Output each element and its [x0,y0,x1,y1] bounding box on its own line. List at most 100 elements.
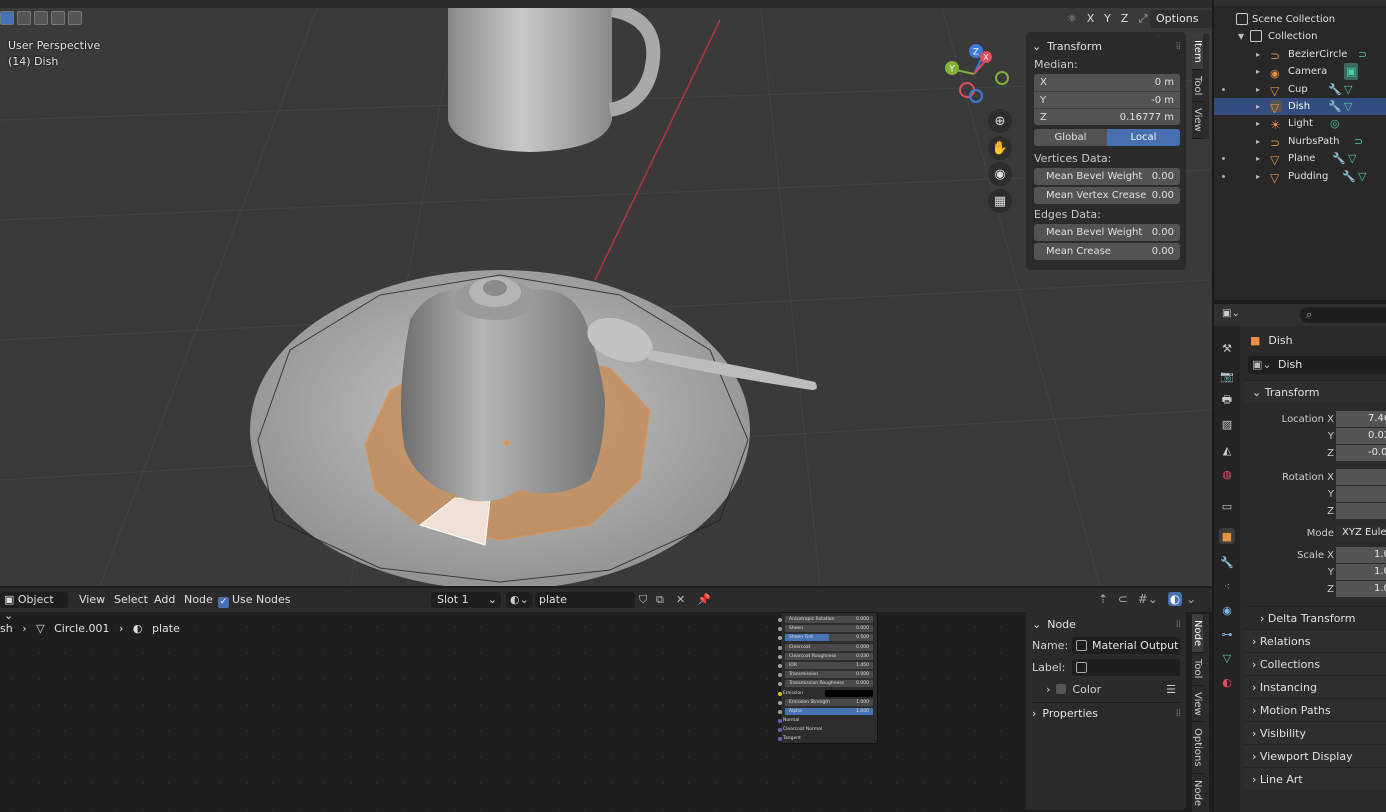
scale-y-row[interactable]: Y1.00 [1244,564,1386,581]
socket-icon[interactable] [778,719,782,724]
snap-target-icon[interactable]: #⌄ [1138,592,1158,606]
outliner-item-plane[interactable]: ▸ ▽ Plane 🔧 ▽ [1214,150,1386,167]
socket-icon[interactable] [778,737,782,742]
tool-tab-icon[interactable]: ⚒ [1219,340,1235,356]
menu-node[interactable]: Node [184,592,213,608]
delta-transform-section[interactable]: › Delta Transform [1244,606,1386,629]
vertex-crease-field[interactable]: Mean Vertex Crease 0.00 [1034,187,1180,204]
object-selector-icon[interactable]: ▣⌄ [1252,356,1272,374]
bsdf-input-row[interactable]: Transmission 0.000 [778,670,877,679]
parent-icon[interactable]: ⇡ [1098,592,1108,606]
outliner-item-dish[interactable]: ▸ ▽ Dish 🔧 ▽ [1214,97,1386,116]
outliner-collection[interactable]: ▼ Collection [1214,28,1386,45]
bsdf-input-row[interactable]: Tangent [778,734,877,743]
select-box-icon[interactable] [0,11,14,25]
axis-z-toggle[interactable]: Z [1118,10,1131,27]
socket-icon[interactable] [778,618,782,622]
socket-icon[interactable] [778,627,782,632]
socket-icon[interactable] [778,645,782,650]
axis-x-toggle[interactable]: X [1084,10,1097,27]
scale-z-row[interactable]: Z1.00 [1244,581,1386,598]
bsdf-input-row[interactable]: Normal [778,716,877,725]
viewport-display-section[interactable]: › Viewport Display [1244,744,1386,767]
select-subtract-icon[interactable] [34,11,48,25]
bsdf-input-row[interactable]: Clearcoat Normal [778,725,877,734]
slot-dropdown[interactable]: Slot 1 ⌄ [431,592,501,608]
world-tab-icon[interactable]: ◍ [1219,466,1235,482]
outliner-item-beziercircle[interactable]: ▸ ⊃ BezierCircle ⊃ [1214,46,1386,63]
select-mode-tools[interactable] [0,11,82,25]
location-z-row[interactable]: Z-0.0022 [1244,445,1386,462]
edge-bevel-weight-field[interactable]: Mean Bevel Weight 0.00 [1034,224,1180,241]
instancing-section[interactable]: › Instancing [1244,675,1386,698]
data-tab-icon[interactable]: ▽ [1219,650,1235,666]
vertex-bevel-weight-field[interactable]: Mean Bevel Weight 0.00 [1034,168,1180,185]
socket-icon[interactable] [778,636,782,641]
tab-item[interactable]: Item [1192,34,1203,70]
options-button[interactable]: Options ▾ [1150,10,1212,43]
socket-icon[interactable] [778,673,782,678]
motion-paths-section[interactable]: › Motion Paths [1244,698,1386,721]
editor-type-icon[interactable]: ▣⌄ [1222,308,1246,322]
drag-handle-icon[interactable]: ⁞⁞ [1176,41,1181,52]
socket-icon[interactable] [778,691,782,696]
outliner-scene-collection[interactable]: Scene Collection [1214,11,1386,28]
object-name-field[interactable]: ▣⌄ Dish [1248,356,1386,374]
3d-viewport[interactable]: User Perspective (14) Dish ⚛ X Y Z ⤢ Opt… [0,0,1212,586]
scene-tab-icon[interactable]: ◭ [1219,442,1235,458]
physics-tab-icon[interactable]: ◉ [1219,602,1235,618]
menu-view[interactable]: View [79,592,105,608]
bsdf-input-row[interactable]: Emission Strength 1.000 [778,698,877,707]
median-x-field[interactable]: X0 m [1034,74,1180,91]
edge-crease-field[interactable]: Mean Crease 0.00 [1034,243,1180,260]
node-label-field[interactable] [1072,658,1180,676]
visibility-section[interactable]: › Visibility [1244,721,1386,744]
outliner-item-pudding[interactable]: ▸ ▽ Pudding 🔧 ▽ [1214,168,1386,185]
material-name-field[interactable]: plate [535,592,635,608]
outliner[interactable]: Scene Collection ▼ Collection ▸ ⊃ Bezier… [1212,0,1386,300]
bsdf-input-row[interactable]: IOR 1.450 [778,661,877,670]
camera-view-icon[interactable]: ◉ [988,162,1012,186]
duplicate-material-icon[interactable]: ⧉ [656,592,664,608]
navigation-gizmo[interactable]: Z X Y [940,40,1020,110]
material-tab-icon[interactable]: ◐ [1219,674,1235,690]
tab-tool[interactable]: Tool [1192,653,1203,686]
tab-view[interactable]: View [1192,686,1203,723]
bsdf-input-row[interactable]: Anisotropic Rotation 0.000 [778,615,877,624]
modifier-tab-icon[interactable]: 🔧 [1219,554,1235,570]
properties-editor[interactable]: ▣⌄ ⌕ ⚒ 📷 🖶 ▨ ◭ ◍ ▭ ■ 🔧 ⁖ ◉ ⊶ ▽ ◐ ■ Dish … [1212,304,1386,812]
transform-section-header[interactable]: ⌄ Transform [1244,380,1386,403]
render-tab-icon[interactable]: 📷 [1219,368,1235,384]
socket-icon[interactable] [778,663,782,668]
list-icon[interactable]: ☰ [1166,683,1176,696]
tab-tool[interactable]: Tool [1192,70,1203,103]
zoom-icon[interactable]: ⊕ [988,109,1012,133]
local-toggle[interactable]: Local [1107,129,1180,146]
object-tab-icon[interactable]: ■ [1219,528,1235,544]
fake-user-shield-icon[interactable]: ⛉ [639,592,647,608]
material-browse-icon[interactable]: ◐⌄ [506,592,532,608]
socket-icon[interactable] [778,728,782,733]
use-nodes-checkbox[interactable]: ✓ Use Nodes [218,592,291,608]
outliner-item-camera[interactable]: ▸ ◉ Camera ▣ [1214,63,1386,81]
properties-subpanel[interactable]: › Properties ⁞⁞ [1032,702,1181,722]
outliner-header[interactable] [1214,0,1386,6]
select-intersect-icon[interactable] [68,11,82,25]
collections-section[interactable]: › Collections [1244,652,1386,675]
tab-view[interactable]: View [1192,102,1203,139]
median-z-field[interactable]: Z 0.16777 m [1034,108,1180,125]
bsdf-input-row[interactable]: Sheen 0.000 [778,624,877,633]
cup-mesh[interactable] [448,0,612,152]
rotation-x-row[interactable]: Rotation X0° [1244,469,1386,486]
chevron-down-icon[interactable]: ⌄ [1186,592,1196,606]
butterfly-icon[interactable]: ⚛ [1064,10,1080,27]
outliner-item-cup[interactable]: ▸ ▽ Cup 🔧 ▽ [1214,81,1386,98]
view-layer-tab-icon[interactable]: ▨ [1219,416,1235,432]
principled-bsdf-node[interactable]: Anisotropic Rotation 0.000 Sheen 0.000 Sheen… [778,612,878,744]
scale-x-row[interactable]: Scale X1.00 [1244,547,1386,564]
shader-node-editor[interactable]: ▣ Object ⌄ View Select Add Node ✓ Use Nod… [0,588,1212,812]
constraints-tab-icon[interactable]: ⊶ [1219,626,1235,642]
axis-y-toggle[interactable]: Y [1101,10,1114,27]
viewport-header[interactable] [0,0,1212,8]
socket-icon[interactable] [778,682,782,687]
